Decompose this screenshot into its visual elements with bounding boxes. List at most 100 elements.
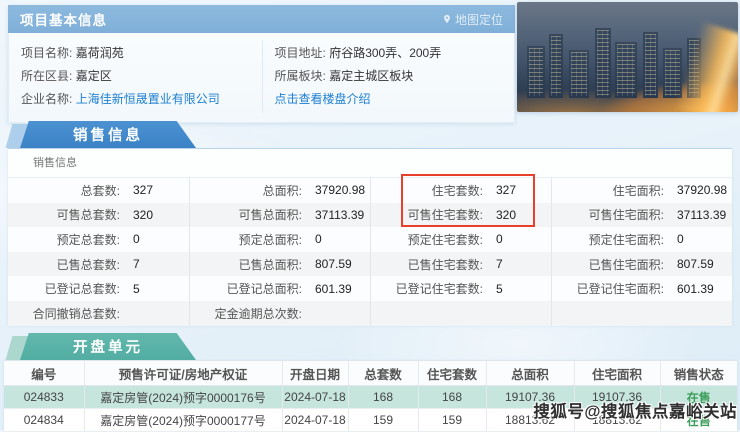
sales-row: 已售总套数: 7 已售总面积: 807.59 已售住宅套数: 7 已售住宅面积: 807.59 <box>8 251 732 277</box>
sales-cell: 已登记总面积: 601.39 <box>189 276 370 301</box>
sales-field-label: 总面积: <box>262 183 302 198</box>
units-cell: 168 <box>347 385 418 409</box>
section-title: 项目基本信息 <box>20 13 107 28</box>
sales-field-value: 37113.39 <box>677 207 727 222</box>
sales-field-label: 已售住宅套数: <box>407 257 483 272</box>
units-cell: 024834 <box>4 408 84 432</box>
sales-cell: 总套数: 327 <box>8 178 189 203</box>
building-silhouette <box>643 32 658 98</box>
units-column-header: 编号 <box>4 360 84 386</box>
sales-cell: 已登记总套数: 5 <box>8 276 189 301</box>
project-info-section: 项目基本信息 地图定位 项目名称: 嘉荷润苑 所在区县: 嘉定区 企业名称: 上… <box>8 5 515 123</box>
sales-field-value: 7 <box>496 257 503 272</box>
units-cell: 024833 <box>4 385 84 409</box>
sales-subtitle: 销售信息 <box>8 149 732 178</box>
sales-field-label: 已登记住宅套数: <box>395 282 483 297</box>
field-label: 项目名称: <box>21 46 73 60</box>
map-link-label: 地图定位 <box>454 12 503 27</box>
units-column-header: 总套数 <box>347 360 418 386</box>
sales-field-label: 已售住宅面积: <box>588 257 664 272</box>
units-column-header: 总面积 <box>485 360 574 386</box>
field-label: 所在区县: <box>21 69 73 83</box>
units-cell: 2024-07-18 <box>281 408 348 432</box>
sales-field-label: 已售总套数: <box>56 257 120 272</box>
sales-cell: 预定住宅面积: 0 <box>551 227 732 252</box>
building-silhouette <box>569 50 589 98</box>
units-cell: 嘉定房管(2024)预字0000177号 <box>83 408 282 432</box>
sales-row: 合同撤销总套数: 定金逾期总次数: <box>8 300 732 326</box>
sales-row: 预定总套数: 0 预定总面积: 0 预定住宅套数: 0 预定住宅面积: 0 <box>8 227 732 252</box>
units-column-header: 销售状态 <box>659 360 737 386</box>
sales-cell: 已登记住宅面积: 601.39 <box>551 276 732 301</box>
company-link[interactable]: 上海佳新恒晟置业有限公司 <box>76 92 220 106</box>
district-row: 所在区县: 嘉定区 <box>21 65 250 88</box>
sales-field-label: 预定总面积: <box>238 232 302 247</box>
sales-field-value: 0 <box>677 232 684 247</box>
sales-field-value: 320 <box>133 207 154 222</box>
sales-cell: 预定总面积: 0 <box>189 227 370 252</box>
units-column-header: 住宅面积 <box>573 360 660 386</box>
block-row: 所属板块: 嘉定主城区板块 <box>275 65 503 88</box>
field-label: 所属板块: <box>274 69 326 83</box>
units-cell: 159 <box>417 408 486 432</box>
sales-field-value: 37920.98 <box>315 183 366 198</box>
tab-opening-units[interactable]: 开盘单元 <box>5 333 196 360</box>
address-value: 府谷路300弄、200弄 <box>329 46 442 60</box>
sales-row: 可售总套数: 320 可售总面积: 37113.39 可售住宅套数: 320 可售住宅面积:… <box>8 202 732 228</box>
sales-cell: 可售总面积: 37113.39 <box>189 202 370 228</box>
sales-row: 已登记总套数: 5 已登记总面积: 601.39 已登记住宅套数: 5 已登记住宅面积: 60… <box>8 276 732 301</box>
sohu-watermark: 搜狐号@搜狐焦点嘉峪关站 <box>533 403 737 421</box>
tab-label[interactable]: 开盘单元 <box>20 333 196 360</box>
sales-field-value: 807.59 <box>315 257 352 272</box>
sales-cell: 定金逾期总次数: <box>189 300 370 326</box>
sales-table: 总套数: 327 总面积: 37920.98 住宅套数: 327 住宅面积: 37920.98… <box>8 178 732 326</box>
sales-field-value: 37113.39 <box>315 207 365 222</box>
sales-cell: 已售总套数: 7 <box>8 252 189 277</box>
field-label: 项目地址: <box>274 46 326 60</box>
company-row: 企业名称: 上海佳新恒晟置业有限公司 <box>21 88 250 111</box>
sales-field-label: 可售总面积: <box>238 208 302 223</box>
sales-cell: 已售总面积: 807.59 <box>189 251 370 277</box>
sales-field-label: 总套数: <box>80 183 120 198</box>
sales-cell: 预定住宅套数: 0 <box>370 227 551 252</box>
units-header-row: 编号 预售许可证/房地产权证 开盘日期 总套数 住宅套数 总面积 住宅面积 销售状态 <box>4 360 737 386</box>
sales-field-value: 807.59 <box>677 257 714 272</box>
tab-sales-info[interactable]: 销售信息 <box>5 121 196 148</box>
sales-field-value: 37920.98 <box>677 183 728 198</box>
building-silhouette <box>549 34 563 98</box>
sales-field-value: 5 <box>496 281 503 296</box>
sales-field-label: 预定住宅面积: <box>588 232 664 247</box>
view-intro-link[interactable]: 点击查看楼盘介绍 <box>275 92 371 106</box>
project-info-header: 项目基本信息 地图定位 <box>8 5 515 33</box>
units-column-header: 开盘日期 <box>281 360 348 386</box>
sales-field-label: 预定住宅套数: <box>407 232 483 247</box>
sales-field-value: 327 <box>133 183 154 198</box>
sales-cell <box>551 300 732 326</box>
building-silhouette <box>595 28 611 98</box>
sales-cell: 已登记住宅套数: 5 <box>370 276 551 301</box>
sales-cell: 已售住宅面积: 807.59 <box>551 251 732 277</box>
project-photo <box>517 2 738 112</box>
sales-field-value: 601.39 <box>315 281 352 296</box>
project-info-body: 项目名称: 嘉荷润苑 所在区县: 嘉定区 企业名称: 上海佳新恒晟置业有限公司 … <box>8 33 515 123</box>
sales-cell <box>370 300 551 326</box>
sales-field-label: 预定总套数: <box>56 232 120 247</box>
sales-field-label: 定金逾期总次数: <box>214 306 302 321</box>
units-column-header: 预售许可证/房地产权证 <box>83 360 282 386</box>
tab-label[interactable]: 销售信息 <box>20 121 196 148</box>
sales-info-panel: 销售信息 总套数: 327 总面积: 37920.98 住宅套数: 327 住宅面积: 379… <box>8 148 732 326</box>
sales-field-label: 已登记住宅面积: <box>576 282 664 297</box>
sales-field-value: 327 <box>496 183 517 198</box>
field-label: 企业名称: <box>21 92 73 106</box>
sales-field-label: 已登记总面积: <box>226 282 302 297</box>
units-cell: 159 <box>347 408 418 432</box>
sales-field-label: 可售住宅套数: <box>407 208 483 223</box>
sales-field-value: 5 <box>133 281 140 296</box>
district-value: 嘉定区 <box>75 69 112 83</box>
map-locate-link[interactable]: 地图定位 <box>442 11 503 28</box>
sales-cell: 合同撤销总套数: <box>8 301 189 326</box>
units-cell: 168 <box>417 385 486 409</box>
sales-field-value: 0 <box>496 232 503 247</box>
project-name-value: 嘉荷润苑 <box>75 46 124 60</box>
map-pin-icon <box>444 14 450 24</box>
